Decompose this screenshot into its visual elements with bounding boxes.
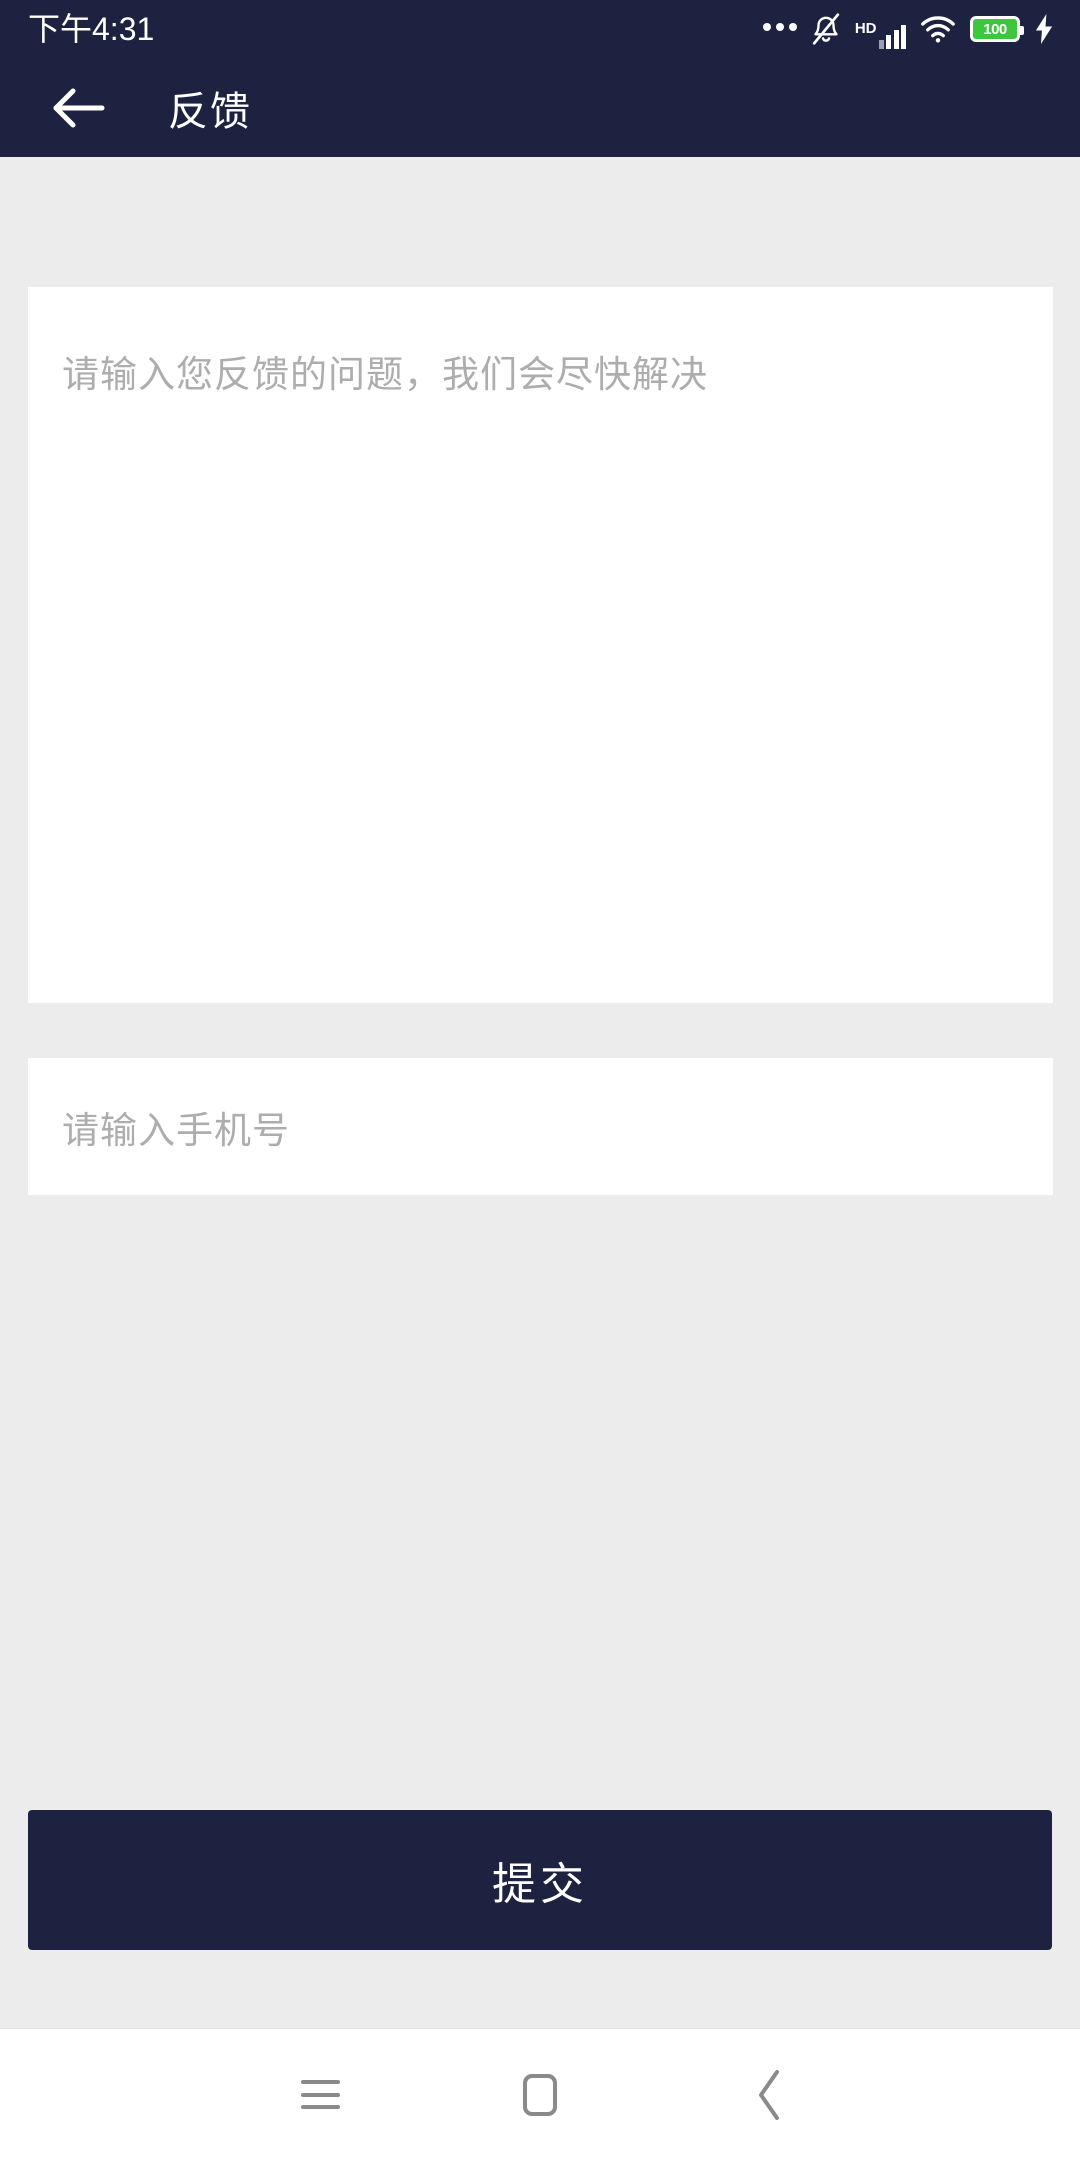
submit-button[interactable]: 提交 (28, 1810, 1052, 1950)
feedback-placeholder: 请输入您反馈的问题，我们会尽快解决 (62, 354, 708, 395)
back-icon (759, 2069, 779, 2120)
phone-input[interactable]: 请输入手机号 (28, 1058, 1053, 1195)
app-screen: 下午4:31 HD 100 反馈 请输入您反馈的问题，我们会尽快解决 请输入手机… (0, 0, 1080, 2160)
feedback-textarea[interactable]: 请输入您反馈的问题，我们会尽快解决 (28, 287, 1053, 1003)
hd-label: HD (854, 20, 877, 37)
back-button[interactable] (30, 58, 126, 157)
battery-level-label: 100 (983, 20, 1007, 38)
signal-bars-icon (878, 23, 906, 49)
status-bar: 下午4:31 HD 100 (0, 0, 1080, 58)
nav-back-button[interactable] (695, 2029, 845, 2160)
wifi-icon (920, 9, 956, 49)
status-icons: HD 100 (762, 9, 1054, 49)
bell-muted-icon (811, 9, 841, 49)
system-nav-bar (0, 2028, 1080, 2160)
home-icon (523, 2073, 557, 2116)
menu-icon (300, 2080, 340, 2109)
nav-menu-button[interactable] (245, 2029, 395, 2160)
nav-home-button[interactable] (465, 2029, 615, 2160)
arrow-left-icon (53, 88, 105, 127)
phone-placeholder: 请输入手机号 (62, 1109, 290, 1151)
battery-icon: 100 (970, 9, 1024, 49)
page-title: 反馈 (168, 89, 252, 134)
more-dots-icon (762, 9, 797, 49)
app-header: 反馈 (0, 58, 1080, 157)
hd-icon: HD (855, 9, 906, 49)
status-time: 下午4:31 (28, 11, 155, 47)
charging-bolt-icon (1034, 9, 1054, 49)
